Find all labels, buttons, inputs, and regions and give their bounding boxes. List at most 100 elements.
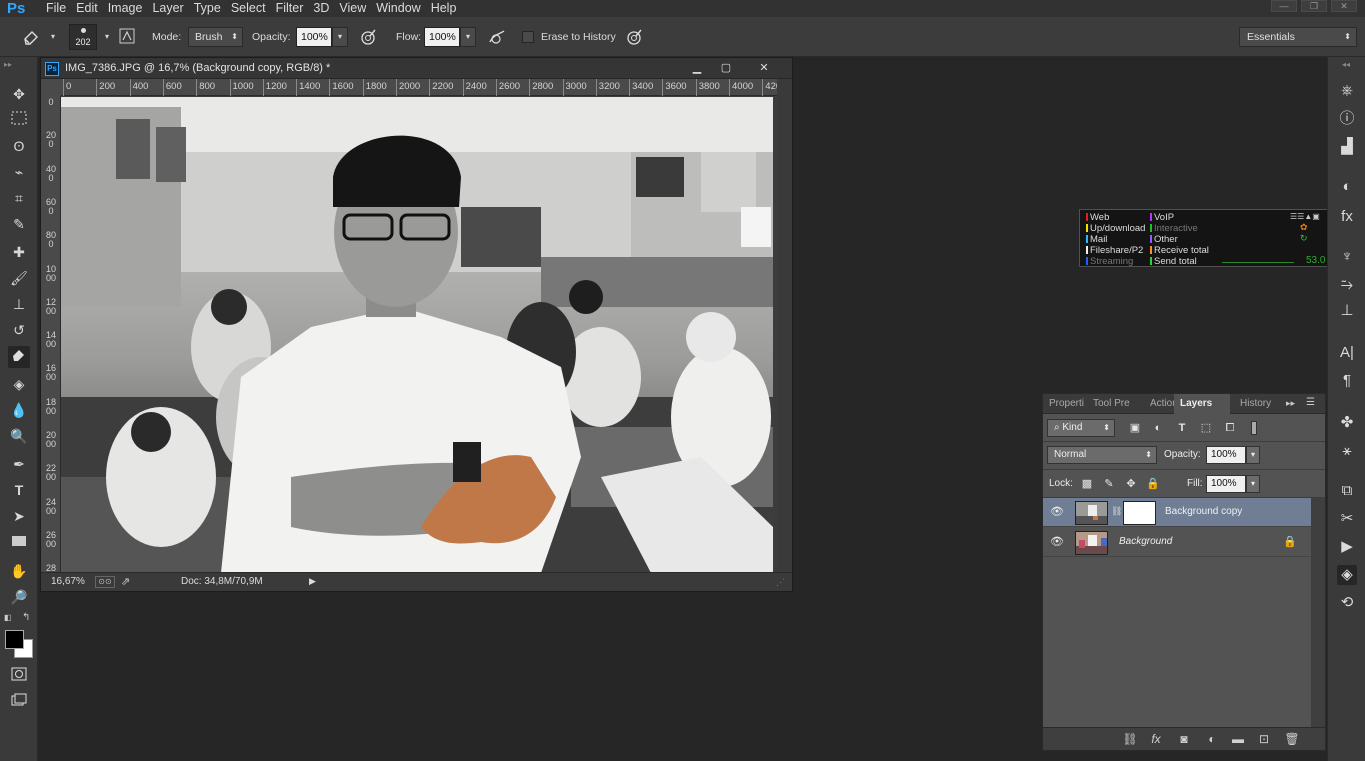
menu-window[interactable]: Window <box>376 0 429 17</box>
rectangle-tool-icon[interactable] <box>8 531 30 553</box>
flow-input[interactable]: 100% <box>424 27 460 47</box>
lock-position-icon[interactable]: ✥ <box>1123 476 1139 492</box>
zoom-tool-icon[interactable]: 🔎 <box>8 586 30 608</box>
eyedropper-tool-icon[interactable]: ✎ <box>8 213 30 235</box>
document-maximize-icon[interactable]: ▢ <box>715 60 737 76</box>
info-icon[interactable]: ⓘ <box>1337 109 1357 129</box>
layer-opacity-input[interactable]: 100% <box>1206 446 1246 464</box>
eye-icon[interactable]: 👁 <box>1049 535 1065 549</box>
mask-link-icon[interactable]: ⛓ <box>1111 506 1122 517</box>
quick-selection-tool-icon[interactable]: ⌁ <box>8 161 30 183</box>
close-icon[interactable]: ✕ <box>1331 0 1357 12</box>
marquee-tool-icon[interactable] <box>8 109 30 131</box>
lasso-tool-icon[interactable]: ʘ <box>8 135 30 157</box>
add-mask-icon[interactable]: ◙ <box>1175 731 1193 747</box>
fill-input[interactable]: 100% <box>1206 475 1246 493</box>
filter-adjustment-icon[interactable]: ◐ <box>1150 420 1166 436</box>
lock-transparent-pixels-icon[interactable]: ▩ <box>1079 476 1095 492</box>
airbrush-icon[interactable] <box>488 28 506 46</box>
tab-tool-presets[interactable]: Tool Pre <box>1087 394 1132 414</box>
default-colors-icon[interactable]: ◧ <box>4 613 14 623</box>
filter-toggle-switch[interactable] <box>1251 421 1257 435</box>
new-layer-icon[interactable]: ⊡ <box>1255 731 1273 747</box>
filter-smart-object-icon[interactable]: ⧠ <box>1222 420 1238 436</box>
tab-history[interactable]: History <box>1234 394 1282 414</box>
brush-picker-dropdown-icon[interactable]: ▾ <box>98 28 116 46</box>
eraser-tool-icon[interactable] <box>8 346 30 368</box>
meter-refresh-icon[interactable]: ↻ <box>1300 233 1308 244</box>
menu-image[interactable]: Image <box>108 0 152 17</box>
blur-tool-icon[interactable]: 💧 <box>8 399 30 421</box>
tab-properties[interactable]: Properti <box>1043 394 1087 414</box>
menu-edit[interactable]: Edit <box>76 0 107 17</box>
document-close-icon[interactable]: ✕ <box>753 60 775 76</box>
eraser-tool-preset-icon[interactable] <box>22 28 40 46</box>
paths-icon[interactable]: ⚹ <box>1337 441 1357 461</box>
minimize-icon[interactable]: — <box>1271 0 1297 12</box>
layer-opacity-dropdown-icon[interactable]: ▾ <box>1246 446 1260 464</box>
horizontal-ruler[interactable]: 0 200 400 600 800 1000 1200 1400 1600 1800 2000 220… <box>61 79 786 96</box>
styles-icon[interactable]: fx <box>1337 207 1357 227</box>
dodge-tool-icon[interactable]: 🔍 <box>8 425 30 447</box>
layers-icon[interactable]: ◈ <box>1337 565 1357 585</box>
eye-icon[interactable]: 👁 <box>1049 505 1065 519</box>
menu-help[interactable]: Help <box>431 0 466 17</box>
lock-all-icon[interactable]: 🔒 <box>1145 476 1161 492</box>
status-info-icon[interactable]: ⊙⊙ <box>95 576 115 588</box>
screen-mode-icon[interactable] <box>8 691 30 713</box>
menu-3d[interactable]: 3D <box>313 0 338 17</box>
paint-bucket-tool-icon[interactable]: ◈ <box>8 373 30 395</box>
clone-source-icon[interactable]: ⊥ <box>1337 301 1357 321</box>
zoom-level[interactable]: 16,67% <box>51 576 85 587</box>
pressure-opacity-icon[interactable] <box>359 28 377 46</box>
workspace-select[interactable]: Essentials ⬍ <box>1239 27 1357 47</box>
actions-icon[interactable]: ▶ <box>1337 537 1357 557</box>
resize-grip-icon[interactable]: ⋰ <box>776 577 785 588</box>
ruler-corner[interactable] <box>41 79 61 96</box>
layer-mask-thumbnail[interactable] <box>1123 501 1156 525</box>
document-minimize-icon[interactable]: ▁ <box>686 60 708 76</box>
erase-to-history-checkbox[interactable] <box>522 31 534 43</box>
menu-type[interactable]: Type <box>194 0 230 17</box>
path-selection-tool-icon[interactable]: ➤ <box>8 505 30 527</box>
hand-tool-icon[interactable]: ✋ <box>8 560 30 582</box>
filter-shape-icon[interactable]: ⬚ <box>1198 420 1214 436</box>
flow-dropdown-icon[interactable]: ▾ <box>460 27 476 47</box>
fill-dropdown-icon[interactable]: ▾ <box>1246 475 1260 493</box>
history-brush-tool-icon[interactable]: ↺ <box>8 319 30 341</box>
color-icon[interactable]: ◐ <box>1337 177 1357 197</box>
type-tool-icon[interactable]: T <box>8 479 30 501</box>
share-icon[interactable]: ⇗ <box>121 575 130 588</box>
brush-presets-icon[interactable]: ♆ <box>1337 247 1357 267</box>
menu-filter[interactable]: Filter <box>276 0 313 17</box>
menu-layer[interactable]: Layer <box>152 0 192 17</box>
vertical-ruler[interactable]: 0 200 400 600 800 1000 1200 1400 1600 1800 2000 220… <box>41 96 61 582</box>
3d-icon[interactable]: ⧉ <box>1337 481 1357 501</box>
layer-style-fx-icon[interactable]: fx <box>1147 731 1165 747</box>
delete-layer-icon[interactable]: 🗑 <box>1283 731 1301 747</box>
tool-presets-icon[interactable]: ✂ <box>1337 509 1357 529</box>
image-canvas[interactable] <box>61 97 773 573</box>
navigator-icon[interactable]: ⎈ <box>1337 81 1357 101</box>
layer-row-background-copy[interactable]: 👁 ⛓ Background copy <box>1043 498 1311 527</box>
layer-name[interactable]: Background <box>1119 536 1172 547</box>
channels-icon[interactable]: ✤ <box>1337 413 1357 433</box>
quick-mask-icon[interactable] <box>8 665 30 687</box>
panel-expand-icon[interactable]: ▸▸ <box>1286 398 1295 409</box>
lock-image-pixels-icon[interactable]: ✎ <box>1101 476 1117 492</box>
meter-controls-icon[interactable]: ☰☰▲▣ <box>1290 211 1320 222</box>
filter-kind-select[interactable]: ⌕ Kind ⬍ <box>1047 419 1115 437</box>
foreground-color-swatch[interactable] <box>5 630 24 649</box>
blend-mode-select[interactable]: Normal ⬍ <box>1047 446 1157 464</box>
brush-size-picker[interactable]: 202 <box>69 24 97 50</box>
pressure-size-icon[interactable] <box>625 28 643 46</box>
collapse-icon[interactable]: ▸▸ <box>4 60 12 69</box>
move-tool-icon[interactable]: ✥ <box>8 83 30 105</box>
document-title-bar[interactable]: Ps IMG_7386.JPG @ 16,7% (Background copy… <box>41 58 792 79</box>
history-icon[interactable]: ⟲ <box>1337 593 1357 613</box>
opacity-dropdown-icon[interactable]: ▾ <box>332 27 348 47</box>
mode-select[interactable]: Brush ⬍ <box>188 27 243 47</box>
link-layers-icon[interactable]: ⛓ <box>1121 731 1139 747</box>
document-vertical-scrollbar[interactable] <box>777 79 792 573</box>
histogram-icon[interactable]: ▟ <box>1337 137 1357 157</box>
